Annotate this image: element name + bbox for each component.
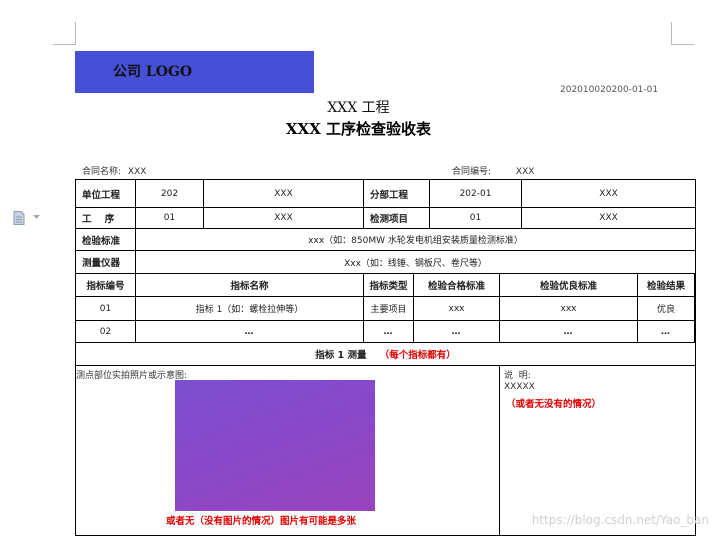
sub-project-code: 202-01	[429, 179, 523, 208]
cell-name: …	[135, 320, 364, 343]
description-text: XXXXX	[504, 382, 535, 392]
col-header-type: 指标类型	[363, 273, 414, 297]
standard-label: 检验标准	[75, 228, 136, 251]
project-title: XXX 工程	[327, 100, 390, 116]
table-row: 测量仪器 Xxx（如：线锤、钢板尺、卷尺等）	[75, 250, 697, 274]
table-row: 02 … … … … … …	[75, 320, 697, 343]
cell-name: 指标 1（如：螺栓拉伸等）	[135, 296, 364, 321]
test-item-code: 01	[429, 207, 523, 229]
measure-title-row: 指标 1 测量 （每个指标都有）	[74, 342, 697, 366]
col-header-pass-standard: 检验合格标准	[412, 273, 501, 297]
instrument-value: Xxx（如：线锤、钢板尺、卷尺等）	[134, 250, 697, 274]
inspection-table: 单位工程 202 XXX 分部工程 202-01 XXX 工 序 01 XXX …	[74, 179, 697, 536]
document-icon[interactable]	[13, 211, 25, 225]
cell-excellent-standard: …	[499, 320, 639, 343]
sub-project-name: XXX	[521, 179, 697, 208]
description-note: （或者无没有的情况）	[506, 399, 602, 410]
measure-title-text: 指标 1 测量	[315, 350, 367, 361]
test-item-name: XXX	[521, 207, 697, 229]
page-corner-mark-left	[53, 22, 76, 45]
contract-number: 合同编号: XXX	[452, 164, 534, 177]
col-header-result: 检验结果	[637, 273, 696, 297]
watermark: https://blog.csdn.net/Yao_ban	[531, 513, 709, 527]
contract-name: 合同名称: XXX	[82, 164, 146, 177]
col-header-name: 指标名称	[135, 273, 364, 297]
unit-project-label: 单位工程	[75, 179, 136, 208]
document-number: 202010020200-01-01	[560, 85, 659, 95]
logo-text: 公司 LOGO	[113, 64, 193, 80]
measurement-photo	[175, 380, 375, 511]
measure-title-note: （每个指标都有）	[379, 350, 456, 361]
contract-number-label: 合同编号:	[452, 167, 492, 177]
cell-remark: …	[694, 320, 697, 343]
col-header-excellent-standard: 检验优良标准	[499, 273, 639, 297]
table-row: 01 指标 1（如：螺栓拉伸等） 主要项目 xxx xxx 优良	[75, 296, 697, 321]
page-corner-mark-right	[671, 22, 694, 45]
cell-result: …	[637, 320, 696, 343]
contract-name-value: XXX	[127, 167, 147, 177]
form-title: XXX 工序检查验收表	[285, 120, 432, 138]
chevron-down-icon[interactable]	[33, 215, 40, 220]
photo-row: 测点部位实拍照片或示意图: 或者无（没有图片的情况）图片有可能是多张 说 明: …	[74, 365, 697, 536]
company-logo: 公司 LOGO	[75, 51, 314, 93]
unit-project-name: XXX	[203, 179, 364, 208]
process-label: 工 序	[75, 207, 136, 229]
process-name: XXX	[203, 207, 364, 229]
cell-remark	[694, 296, 697, 321]
description-cell: 说 明: XXXXX （或者无没有的情况）	[499, 365, 697, 536]
col-header-index: 指标编号	[75, 273, 136, 297]
contract-number-value: XXX	[515, 167, 535, 177]
cell-excellent-standard: xxx	[499, 296, 639, 321]
description-label: 说 明:	[504, 371, 531, 381]
standard-value: xxx（如：850MW 水轮发电机组安装质量检测标准）	[134, 228, 697, 251]
cell-index: 01	[75, 296, 136, 321]
instrument-label: 测量仪器	[75, 250, 136, 274]
photo-label: 测点部位实拍照片或示意图:	[76, 371, 188, 381]
photo-cell: 测点部位实拍照片或示意图: 或者无（没有图片的情况）图片有可能是多张	[74, 365, 501, 536]
test-item-label: 检测项目	[362, 207, 431, 229]
cell-result: 优良	[637, 296, 696, 321]
col-header-remark: 备 注	[694, 273, 697, 297]
table-row: 工 序 01 XXX 检测项目 01 XXX	[75, 207, 697, 229]
table-row: 单位工程 202 XXX 分部工程 202-01 XXX	[75, 179, 697, 208]
unit-project-code: 202	[135, 179, 204, 208]
cell-index: 02	[75, 320, 136, 343]
sub-project-label: 分部工程	[362, 179, 431, 208]
cell-type: 主要项目	[363, 296, 414, 321]
cell-type: …	[363, 320, 414, 343]
table-row: 检验标准 xxx（如：850MW 水轮发电机组安装质量检测标准）	[75, 228, 697, 251]
process-code: 01	[135, 207, 204, 229]
table-header-row: 指标编号 指标名称 指标类型 检验合格标准 检验优良标准 检验结果 备 注	[75, 273, 697, 297]
cell-pass-standard: xxx	[412, 296, 501, 321]
contract-name-label: 合同名称:	[82, 167, 122, 177]
cell-pass-standard: …	[412, 320, 501, 343]
photo-note: 或者无（没有图片的情况）图片有可能是多张	[166, 516, 357, 527]
measure-title: 指标 1 测量 （每个指标都有）	[74, 342, 697, 366]
